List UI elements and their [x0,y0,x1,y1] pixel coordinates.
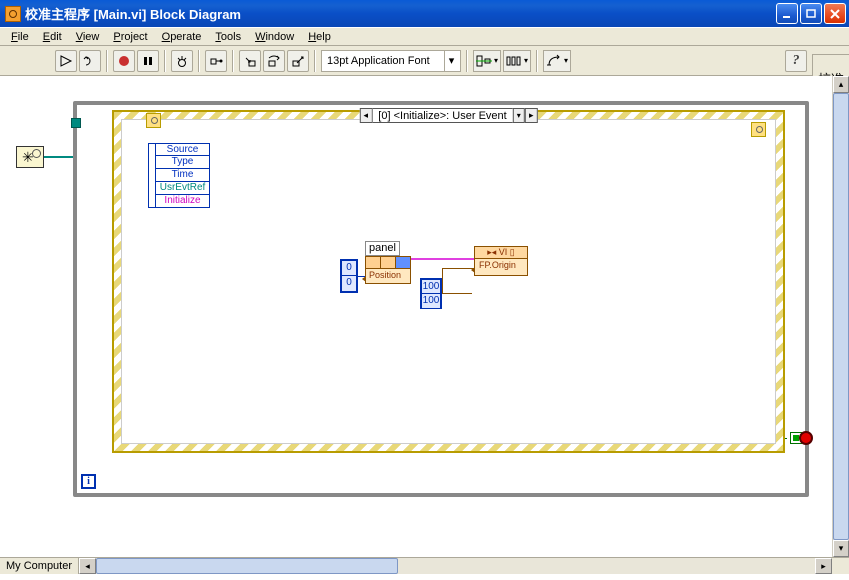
maximize-button[interactable] [800,3,822,24]
menu-window[interactable]: Window [248,28,301,46]
constant-value: 0 [342,261,356,276]
property-node-panel[interactable]: Position [365,256,411,284]
step-out-button[interactable] [287,50,309,72]
menu-operate[interactable]: Operate [155,28,209,46]
dynamic-event-terminal-right[interactable] [751,122,766,137]
cluster-constant-zero[interactable]: 0 0 [340,259,358,293]
abort-button[interactable] [113,50,135,72]
scroll-left-button[interactable]: ◂ [79,558,96,574]
constant-value: 100 [422,294,440,308]
property-name: FP.Origin [475,259,527,273]
scroll-up-button[interactable]: ▴ [833,76,849,93]
scroll-right-button[interactable]: ▸ [815,558,832,574]
event-field[interactable]: Type [155,156,210,169]
wire [442,268,443,293]
event-field[interactable]: UsrEvtRef [155,182,210,195]
event-field[interactable]: Source [155,143,210,156]
event-case-selector[interactable]: ◂ [0] <Initialize>: User Event ▾ ▸ [359,108,537,123]
property-name: Position [366,269,410,283]
prev-case-button[interactable]: ◂ [359,108,372,123]
font-selector[interactable]: 13pt Application Font▾ [321,50,461,72]
menu-project[interactable]: Project [106,28,154,46]
wire [442,268,474,269]
menu-edit[interactable]: Edit [36,28,69,46]
run-button[interactable] [55,50,77,72]
cluster-constant-hundred[interactable]: 100 100 [420,278,442,309]
scroll-track[interactable] [96,558,815,574]
menu-file[interactable]: File [4,28,36,46]
while-loop[interactable]: i ◂ [0] <Initialize>: User Event ▾ ▸ Sou… [73,101,809,497]
event-data-node[interactable]: Source Type Time UsrEvtRef Initialize [155,143,210,208]
cleanup-button[interactable]: ▾ [543,50,571,72]
event-field[interactable]: Initialize [155,195,210,208]
step-into-button[interactable] [239,50,261,72]
highlight-exec-button[interactable] [171,50,193,72]
horizontal-scrollbar[interactable]: ◂ ▸ [79,558,832,574]
font-label: 13pt Application Font [324,55,444,67]
panel-refnum-label: panel [365,241,400,256]
close-button[interactable] [824,3,846,24]
minimize-button[interactable] [776,3,798,24]
scroll-thumb[interactable] [96,558,398,574]
context-label: My Computer [6,560,72,572]
vertical-scrollbar[interactable]: ▴ ▾ [832,76,849,557]
status-bar: My Computer ◂ ▸ [0,557,849,574]
stop-icon [799,431,813,445]
event-case-label: [0] <Initialize>: User Event [372,108,512,123]
constant-value: 0 [342,276,356,291]
block-diagram-canvas[interactable]: i ◂ [0] <Initialize>: User Event ▾ ▸ Sou… [0,76,849,557]
event-field[interactable]: Time [155,169,210,182]
scroll-thumb[interactable] [833,93,849,540]
menu-bar: File Edit View Project Operate Tools Win… [0,27,849,46]
context-help-button[interactable]: ? [785,50,807,72]
wire [442,293,472,294]
align-objects-button[interactable]: ▾ [473,50,501,72]
tunnel[interactable] [71,118,81,128]
wire [358,276,365,277]
scroll-track[interactable] [833,93,849,540]
next-case-button[interactable]: ▸ [525,108,538,123]
iteration-terminal[interactable]: i [81,474,96,489]
wire [411,258,474,260]
menu-tools[interactable]: Tools [208,28,248,46]
distribute-objects-button[interactable]: ▾ [503,50,531,72]
dynamic-event-terminal-left[interactable] [146,113,161,128]
register-events-node[interactable] [16,146,44,168]
property-node-vi[interactable]: ▸◂ VI ▯ FP.Origin [474,246,528,276]
vi-node-header: ▸◂ VI ▯ [475,247,527,259]
toolbar: 13pt Application Font▾ ▾ ▾ ▾ ? [0,46,849,76]
title-bar: 校准主程序 [Main.vi] Block Diagram [0,0,849,27]
context-cell[interactable]: My Computer [0,558,79,574]
window-title: 校准主程序 [Main.vi] Block Diagram [25,4,776,23]
scroll-down-button[interactable]: ▾ [833,540,849,557]
pause-button[interactable] [137,50,159,72]
scroll-corner [832,558,849,574]
app-icon [5,6,21,22]
event-data-bracket [148,143,155,208]
case-dropdown-button[interactable]: ▾ [513,108,525,123]
menu-help[interactable]: Help [301,28,338,46]
chevron-down-icon: ▾ [444,51,458,71]
step-over-button[interactable] [263,50,285,72]
run-continuous-button[interactable] [79,50,101,72]
retain-wire-button[interactable] [205,50,227,72]
constant-value: 100 [422,280,440,294]
event-structure-inner [121,119,776,444]
menu-view[interactable]: View [69,28,107,46]
event-structure[interactable]: ◂ [0] <Initialize>: User Event ▾ ▸ Sourc… [112,110,785,453]
